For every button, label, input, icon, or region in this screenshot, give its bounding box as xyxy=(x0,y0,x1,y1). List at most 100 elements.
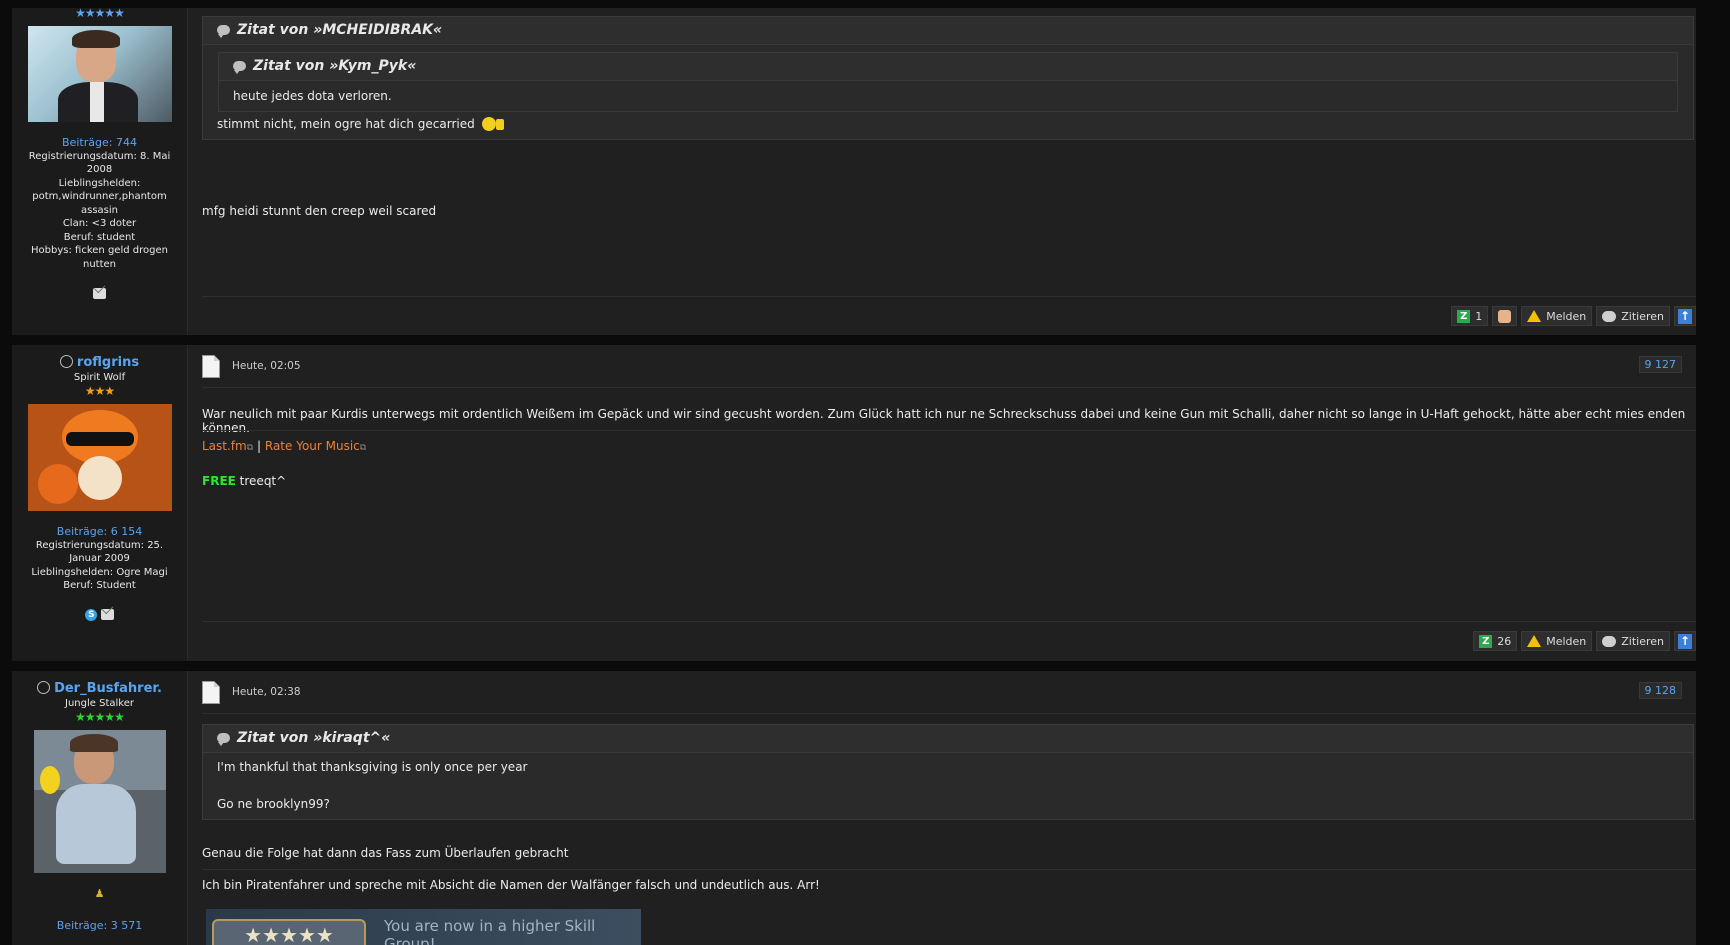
post-number[interactable]: 9 128 xyxy=(1638,682,1682,699)
user-rank: Jungle Stalker xyxy=(65,697,134,709)
free-label: FREE xyxy=(202,474,236,488)
banner-text: You are now in a higher Skill Group! xyxy=(384,917,596,945)
quote-bubble-icon xyxy=(217,733,230,746)
quote-icon xyxy=(1602,635,1617,647)
signature-links: Last.fm⧉ | Rate Your Music⧉ xyxy=(202,439,367,453)
rank-stars: ★★★★★ xyxy=(75,6,125,20)
scroll-top-button[interactable]: ↑ xyxy=(1674,631,1696,651)
post-content: Zitat von »MCHEIDIBRAK« Zitat von »Kym_P… xyxy=(188,8,1696,335)
post-content: Heute, 02:38 9 128 Zitat von »kiraqt^« I… xyxy=(188,671,1696,945)
rym-link[interactable]: Rate Your Music xyxy=(265,439,360,453)
document-icon xyxy=(202,355,220,378)
registration-date: Registrierungsdatum: 25. Januar 2009 xyxy=(35,539,164,565)
quote-bubble-icon xyxy=(233,61,246,74)
rank-stars: ★★★ xyxy=(84,384,115,398)
badge-icon: ♟ xyxy=(94,887,105,900)
post-header: Heute, 02:05 9 127 xyxy=(202,355,1696,383)
quote-text: stimmt nicht, mein ogre hat dich gecarri… xyxy=(217,117,504,131)
hobbys: Hobbys: ficken geld drogen nutten xyxy=(31,245,168,270)
like-button[interactable]: Z1 xyxy=(1451,306,1489,326)
external-link-icon: ⧉ xyxy=(359,443,367,453)
document-icon xyxy=(202,681,220,704)
signature-text: Ich bin Piratenfahrer und spreche mit Ab… xyxy=(202,878,820,892)
warning-icon xyxy=(1527,635,1542,647)
avatar[interactable] xyxy=(27,404,172,511)
message-icon[interactable] xyxy=(100,609,114,620)
lastfm-link[interactable]: Last.fm xyxy=(202,439,247,453)
quote-author: Zitat von »Kym_Pyk« xyxy=(253,58,417,74)
quote-button[interactable]: Zitieren xyxy=(1596,306,1670,326)
rank-stars: ★★★★★ xyxy=(75,710,125,724)
quote-author: Zitat von »MCHEIDIBRAK« xyxy=(237,22,443,38)
clan: Clan: <3 doter xyxy=(62,218,137,229)
user-rank: Spirit Wolf xyxy=(73,371,126,383)
signature-text: FREE treeqt^ xyxy=(202,474,287,488)
fav-heroes: potm,windrunner,phantom assasin xyxy=(32,191,167,216)
user-sidebar: roflgrins Spirit Wolf ★★★ Beiträge: 6 15… xyxy=(12,345,188,661)
like-icon: Z xyxy=(1479,634,1493,648)
cool-smiley-icon xyxy=(481,117,496,131)
username[interactable]: roflgrins xyxy=(77,355,139,370)
quote-author: Zitat von »kiraqt^« xyxy=(237,730,391,746)
skype-icon[interactable]: S xyxy=(85,608,98,621)
fav-heroes: Lieblingshelden: Ogre Magi xyxy=(31,566,168,578)
user-sidebar: Der_Busfahrer. Jungle Stalker ★★★★★ ♟ Be… xyxy=(12,671,188,945)
avatar[interactable] xyxy=(27,26,172,122)
post-body: Genau die Folge hat dann das Fass zum Üb… xyxy=(202,846,569,860)
quote-text: I'm thankful that thanksgiving is only o… xyxy=(217,760,528,774)
message-icon[interactable] xyxy=(93,287,106,299)
thumbs-up-icon xyxy=(495,119,504,130)
post-actions: Z 26 Melden Zitieren ↑ xyxy=(1473,631,1696,651)
post: ★★★★★ Beiträge: 744 Registrierungsdatum:… xyxy=(12,6,1696,335)
arrow-up-icon: ↑ xyxy=(1678,633,1692,649)
post-actions: Z1 Melden Zitieren ↑ xyxy=(1451,306,1696,326)
divider xyxy=(202,296,1696,297)
user-sidebar: ★★★★★ Beiträge: 744 Registrierungsdatum:… xyxy=(12,6,188,335)
online-status-icon xyxy=(59,355,73,368)
quote-icon xyxy=(1602,310,1617,322)
quote-text: heute jedes dota verloren. xyxy=(233,89,392,103)
job: Beruf: Student xyxy=(63,580,136,591)
post-count[interactable]: Beiträge: 6 154 xyxy=(12,525,187,539)
post-content: Heute, 02:05 9 127 War neulich mit paar … xyxy=(188,345,1696,661)
post-body: mfg heidi stunnt den creep weil scared xyxy=(202,204,437,218)
scroll-top-button[interactable]: ↑ xyxy=(1674,306,1696,326)
like-icon: Z xyxy=(1457,309,1471,323)
thumbs-up-icon xyxy=(1498,309,1512,323)
post-count[interactable]: Beiträge: 744 xyxy=(12,136,187,150)
post: roflgrins Spirit Wolf ★★★ Beiträge: 6 15… xyxy=(12,345,1696,661)
fav-heroes-label: Lieblingshelden: xyxy=(58,177,141,189)
external-link-icon: ⧉ xyxy=(246,443,254,453)
username[interactable]: Der_Busfahrer. xyxy=(54,681,162,696)
report-button[interactable]: Melden xyxy=(1521,306,1593,326)
arrow-up-icon: ↑ xyxy=(1678,308,1692,324)
post: Der_Busfahrer. Jungle Stalker ★★★★★ ♟ Be… xyxy=(12,671,1696,945)
skill-stars-icon: ★★★★★ xyxy=(212,919,366,945)
quote-block: Zitat von »kiraqt^« I'm thankful that th… xyxy=(202,724,1694,820)
divider xyxy=(202,713,1696,714)
warning-icon xyxy=(1527,310,1542,322)
quote-bubble-icon xyxy=(217,25,230,38)
post-number[interactable]: 9 127 xyxy=(1638,356,1682,373)
quote-button[interactable]: Zitieren xyxy=(1596,631,1670,651)
divider xyxy=(202,387,1696,388)
nested-quote-block: Zitat von »Kym_Pyk« heute jedes dota ver… xyxy=(218,52,1678,112)
avatar[interactable] xyxy=(33,730,166,873)
post-count[interactable]: Beiträge: 3 571 xyxy=(12,919,187,933)
thumb-button[interactable] xyxy=(1492,306,1518,326)
registration-date: Registrierungsdatum: 8. Mai 2008 xyxy=(28,150,171,176)
online-status-icon xyxy=(37,681,51,694)
skill-group-banner: ★★★★★ You are now in a higher Skill Grou… xyxy=(206,909,641,945)
quote-block: Zitat von »MCHEIDIBRAK« Zitat von »Kym_P… xyxy=(202,16,1694,140)
quote-text: Go ne brooklyn99? xyxy=(217,797,330,811)
post-date: Heute, 02:38 xyxy=(232,686,301,698)
divider xyxy=(202,430,1696,431)
like-button[interactable]: Z 26 xyxy=(1473,631,1518,651)
post-header: Heute, 02:38 9 128 xyxy=(202,681,1696,709)
thread-view: ★★★★★ Beiträge: 744 Registrierungsdatum:… xyxy=(12,6,1696,945)
job: Beruf: student xyxy=(63,231,136,243)
divider xyxy=(202,869,1696,870)
post-date: Heute, 02:05 xyxy=(232,360,301,372)
divider xyxy=(202,621,1696,622)
report-button[interactable]: Melden xyxy=(1521,631,1593,651)
